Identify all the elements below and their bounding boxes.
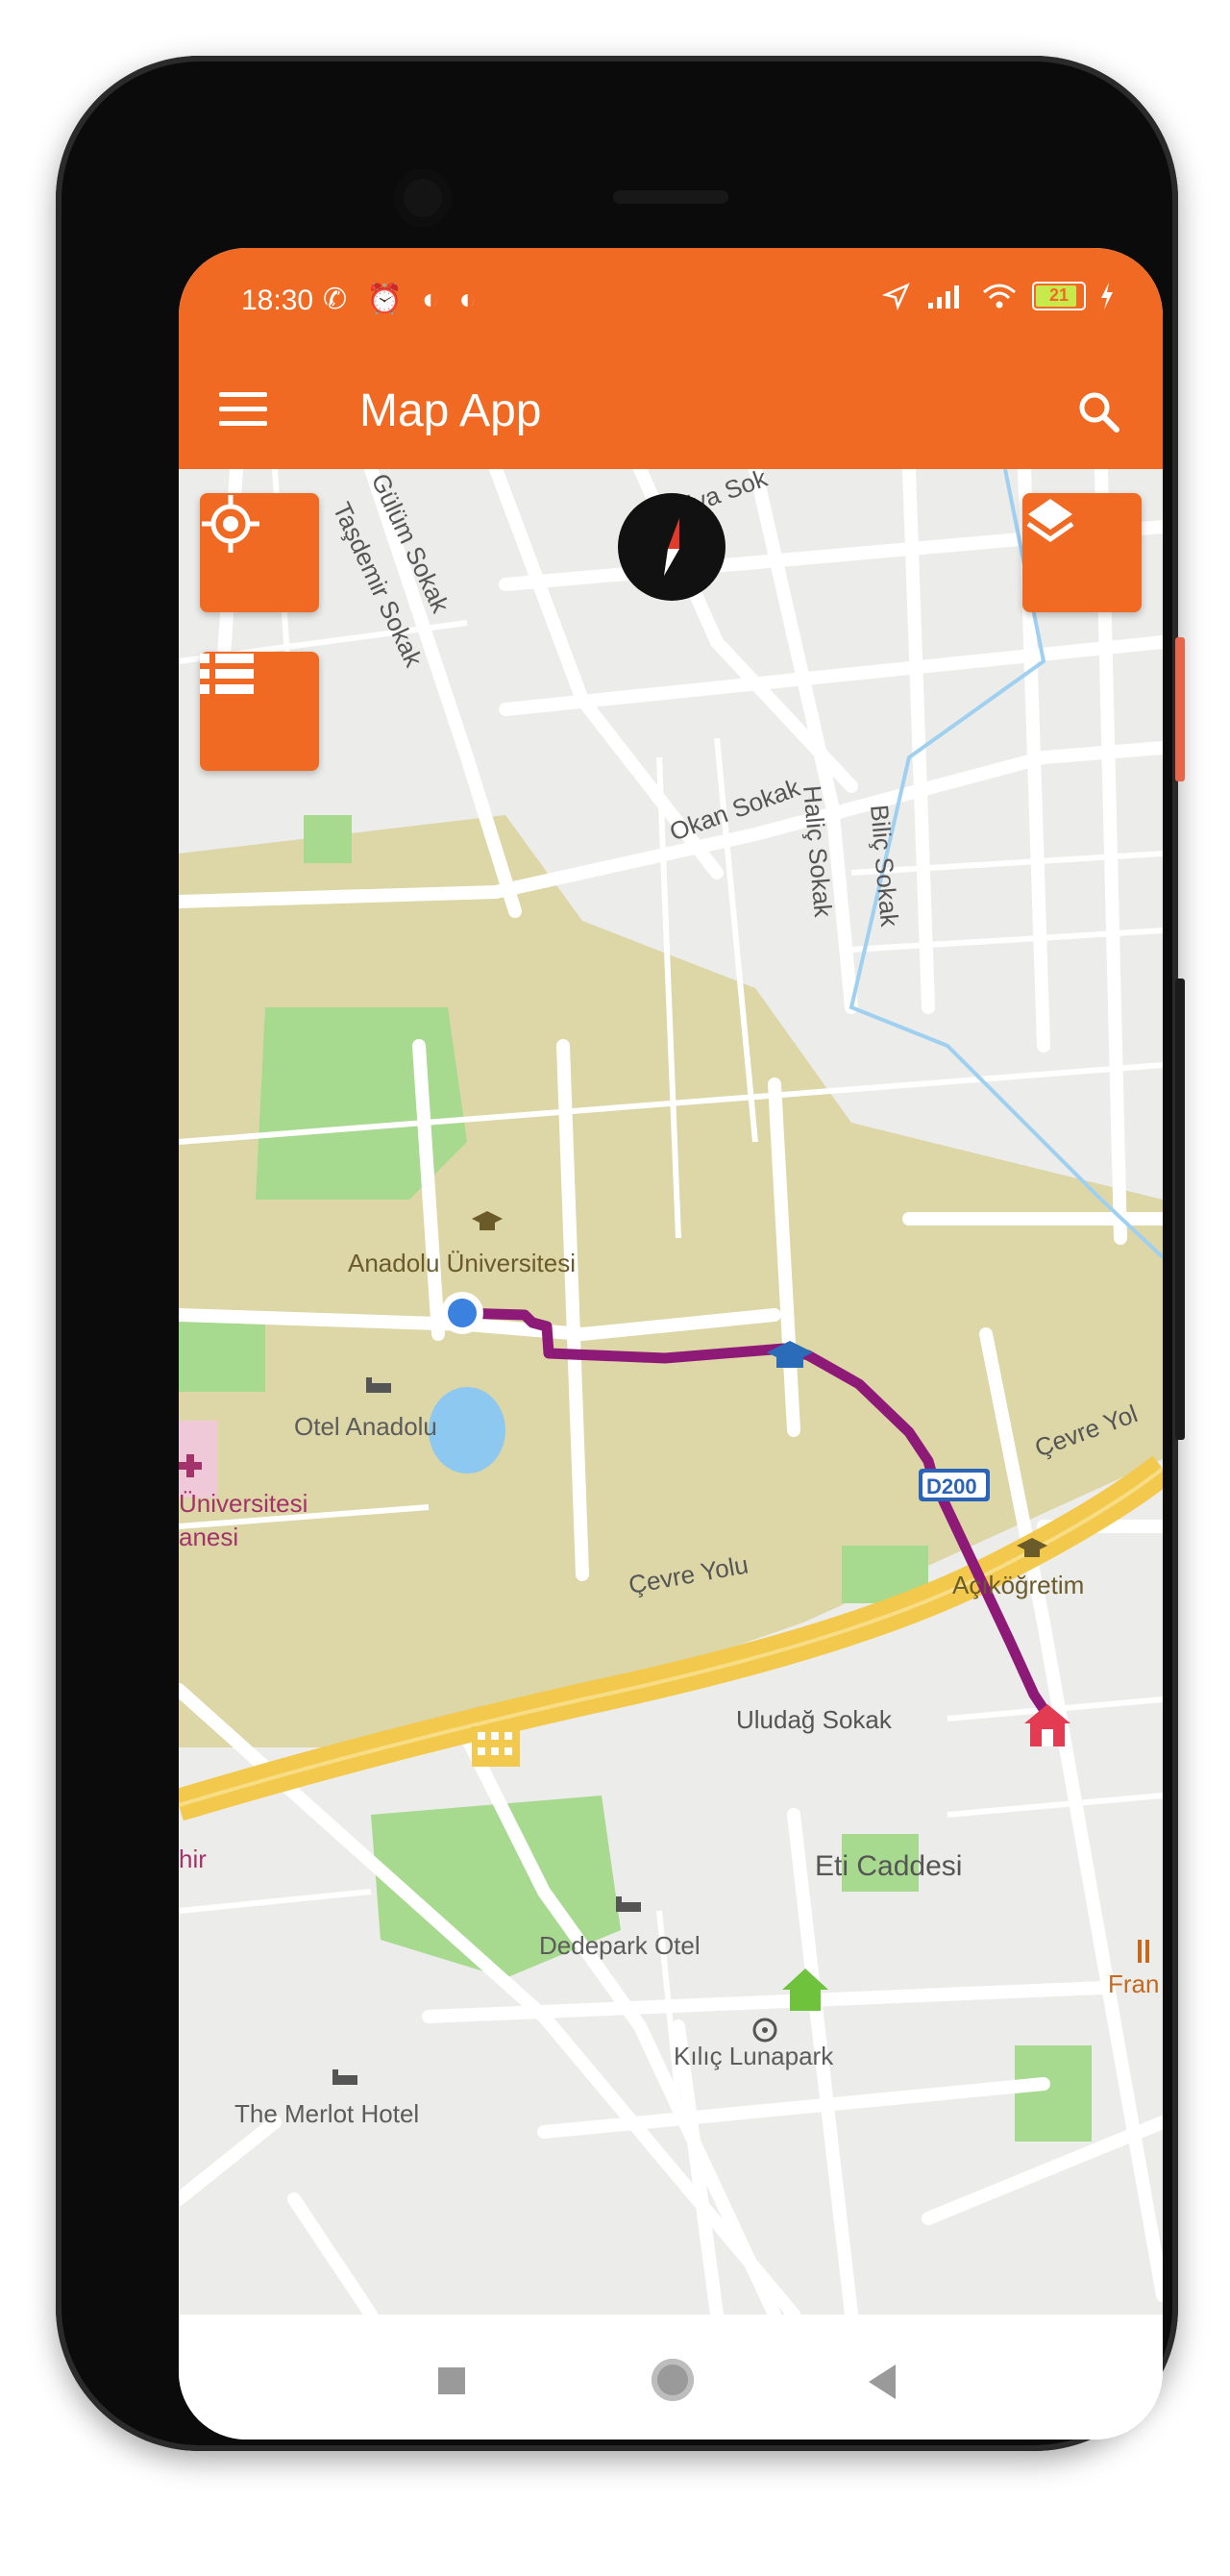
park-area bbox=[304, 815, 352, 863]
highway-badge: D200 bbox=[919, 1469, 990, 1501]
map-label-hotel: Dedepark Otel bbox=[539, 1931, 701, 1960]
restaurant-icon bbox=[1138, 1940, 1149, 1963]
map-label-street: Biliç Sokak bbox=[865, 804, 904, 929]
map-label-hotel: Otel Anadolu bbox=[294, 1412, 437, 1441]
my-location-icon bbox=[202, 495, 259, 553]
status-time: 18:30 bbox=[241, 285, 314, 316]
map-label-restaurant: Fran bbox=[1108, 1969, 1159, 1998]
bed-icon bbox=[616, 1896, 641, 1912]
status-notification-icons: ✆ ⏰ ◐ ◐ bbox=[323, 284, 482, 315]
hamburger-menu-icon[interactable] bbox=[219, 392, 267, 431]
battery-icon: 21 bbox=[1032, 282, 1086, 310]
map-label-park: Kılıç Lunapark bbox=[674, 2042, 834, 2070]
current-location-marker[interactable] bbox=[441, 1292, 483, 1334]
search-icon[interactable] bbox=[1077, 390, 1119, 433]
highway-badge-label: D200 bbox=[926, 1474, 977, 1499]
map-label-street: Uludağ Sokak bbox=[736, 1705, 893, 1734]
bed-icon bbox=[332, 2069, 357, 2085]
lake bbox=[429, 1387, 505, 1474]
map-label-hospital: anesi bbox=[179, 1523, 238, 1551]
status-bar: 18:30 ✆ ⏰ ◐ ◐ 21 bbox=[179, 248, 1163, 354]
map-label-hospital: Üniversitesi bbox=[179, 1489, 308, 1518]
building-icon bbox=[472, 1726, 520, 1767]
home-button[interactable] bbox=[652, 2359, 694, 2401]
park-area bbox=[179, 1315, 265, 1392]
map-view[interactable]: Evliya Sok Gülüm Sokak Taşdemir Sokak Ok… bbox=[179, 469, 1163, 2315]
park-area bbox=[256, 1007, 467, 1200]
app-bar: Map App bbox=[179, 354, 1163, 469]
front-camera bbox=[394, 169, 452, 227]
route-list-button[interactable] bbox=[200, 652, 319, 771]
compass-button[interactable] bbox=[618, 493, 726, 601]
recents-button[interactable] bbox=[438, 2367, 465, 2394]
campus-area bbox=[179, 815, 1163, 1747]
signal-icon bbox=[928, 285, 959, 309]
system-navigation-bar bbox=[179, 2315, 1163, 2440]
layers-icon bbox=[1026, 499, 1074, 543]
compass-icon bbox=[664, 518, 679, 576]
list-icon bbox=[200, 654, 254, 694]
map-canvas: Evliya Sok Gülüm Sokak Taşdemir Sokak Ok… bbox=[179, 469, 1163, 2315]
status-right-icons: 21 bbox=[882, 281, 1115, 311]
park-area bbox=[1015, 2045, 1092, 2142]
layers-button[interactable] bbox=[1022, 493, 1142, 612]
app-title: Map App bbox=[359, 385, 542, 436]
power-button bbox=[1175, 637, 1185, 781]
locate-me-button[interactable] bbox=[200, 493, 319, 612]
hospital-area bbox=[179, 1421, 217, 1498]
map-label-hotel: The Merlot Hotel bbox=[234, 2099, 419, 2128]
map-label-university: Anadolu Üniversitesi bbox=[348, 1249, 576, 1277]
map-label-place: hir bbox=[179, 1845, 207, 1873]
map-label-street: Eti Caddesi bbox=[815, 1850, 962, 1882]
map-label-education: Açıköğretim bbox=[952, 1571, 1084, 1599]
volume-button bbox=[1175, 978, 1185, 1440]
earpiece-speaker bbox=[613, 190, 728, 204]
phone-frame: 18:30 ✆ ⏰ ◐ ◐ 21 Map App Evliya Sok Gülü… bbox=[56, 56, 1185, 2451]
amusement-park-icon bbox=[752, 2018, 777, 2043]
charging-icon bbox=[1101, 283, 1113, 310]
location-arrow-icon bbox=[882, 283, 910, 310]
wifi-icon bbox=[983, 284, 1016, 309]
screen: 18:30 ✆ ⏰ ◐ ◐ 21 Map App Evliya Sok Gülü… bbox=[179, 248, 1163, 2440]
back-button[interactable] bbox=[869, 2365, 896, 2399]
